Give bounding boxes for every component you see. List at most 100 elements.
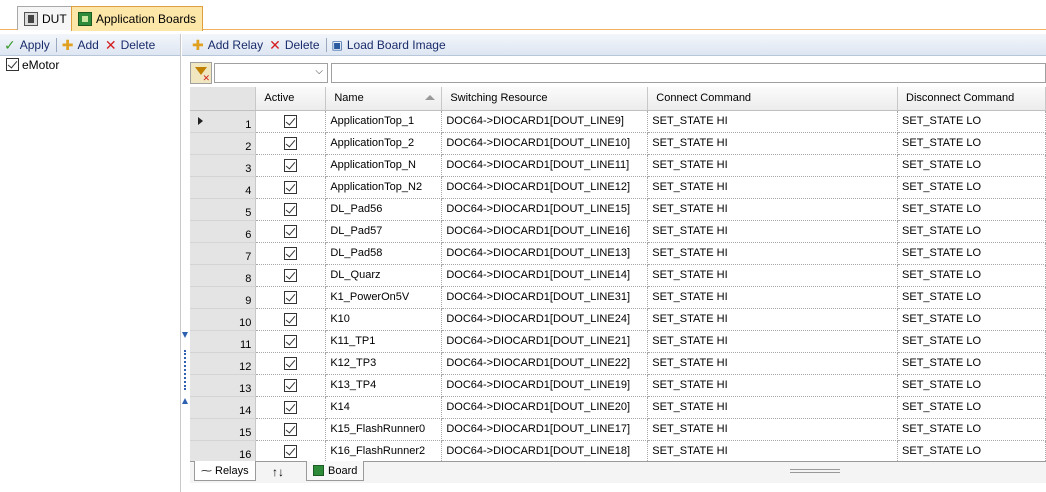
tree-item-checkbox[interactable] <box>6 58 19 71</box>
cell-active[interactable] <box>255 176 327 199</box>
table-row[interactable]: 15 K15_FlashRunner0 DOC64->DIOCARD1[DOUT_L… <box>190 418 1046 441</box>
cell-connect-command[interactable]: SET_STATE HI <box>647 198 899 221</box>
cell-active[interactable] <box>255 132 327 155</box>
row-header[interactable]: 4 <box>190 176 257 199</box>
delete-relay-button[interactable]: ✕ Delete <box>269 38 319 52</box>
cell-switching-resource[interactable]: DOC64->DIOCARD1[DOUT_LINE21] <box>441 330 649 353</box>
cell-disconnect-command[interactable]: SET_STATE LO <box>897 418 1046 441</box>
tab-dut[interactable]: DUT <box>17 6 74 30</box>
tab-relays[interactable]: ⁓ Relays <box>194 461 256 481</box>
cell-connect-command[interactable]: SET_STATE HI <box>647 176 899 199</box>
cell-connect-command[interactable]: SET_STATE HI <box>647 418 899 441</box>
cell-switching-resource[interactable]: DOC64->DIOCARD1[DOUT_LINE13] <box>441 242 649 265</box>
cell-connect-command[interactable]: SET_STATE HI <box>647 242 899 265</box>
cell-active[interactable] <box>255 352 327 375</box>
cell-active[interactable] <box>255 110 327 133</box>
cell-name[interactable]: K14 <box>325 396 443 419</box>
cell-connect-command[interactable]: SET_STATE HI <box>647 330 899 353</box>
cell-switching-resource[interactable]: DOC64->DIOCARD1[DOUT_LINE20] <box>441 396 649 419</box>
cell-name[interactable]: DL_Pad58 <box>325 242 443 265</box>
active-checkbox[interactable] <box>283 378 297 392</box>
cell-connect-command[interactable]: SET_STATE HI <box>647 440 899 461</box>
active-checkbox[interactable] <box>283 268 297 282</box>
table-row[interactable]: 7 DL_Pad58 DOC64->DIOCARD1[DOUT_LINE13] SET… <box>190 242 1046 265</box>
cell-name[interactable]: K11_TP1 <box>325 330 443 353</box>
table-row[interactable]: 5 DL_Pad56 DOC64->DIOCARD1[DOUT_LINE15] SET… <box>190 198 1046 221</box>
load-board-image-button[interactable]: ▣ Load Board Image <box>332 38 446 52</box>
cell-name[interactable]: ApplicationTop_2 <box>325 132 443 155</box>
cell-active[interactable] <box>255 308 327 331</box>
col-header-switching-resource[interactable]: Switching Resource <box>441 87 649 111</box>
cell-disconnect-command[interactable]: SET_STATE LO <box>897 308 1046 331</box>
cell-switching-resource[interactable]: DOC64->DIOCARD1[DOUT_LINE22] <box>441 352 649 375</box>
cell-switching-resource[interactable]: DOC64->DIOCARD1[DOUT_LINE15] <box>441 198 649 221</box>
row-header[interactable]: 16 <box>190 440 257 461</box>
active-checkbox[interactable] <box>283 180 297 194</box>
table-row[interactable]: 13 K13_TP4 DOC64->DIOCARD1[DOUT_LINE19] SET… <box>190 374 1046 397</box>
row-header[interactable]: 10 <box>190 308 257 331</box>
cell-switching-resource[interactable]: DOC64->DIOCARD1[DOUT_LINE9] <box>441 110 649 133</box>
tab-application-boards[interactable]: Application Boards <box>71 6 204 31</box>
add-button[interactable]: ✚ Add <box>62 38 99 52</box>
row-header[interactable]: 12 <box>190 352 257 375</box>
cell-switching-resource[interactable]: DOC64->DIOCARD1[DOUT_LINE12] <box>441 176 649 199</box>
cell-active[interactable] <box>255 154 327 177</box>
cell-disconnect-command[interactable]: SET_STATE LO <box>897 132 1046 155</box>
sort-toggle-icon[interactable]: ↑↓ <box>272 465 284 479</box>
cell-switching-resource[interactable]: DOC64->DIOCARD1[DOUT_LINE10] <box>441 132 649 155</box>
table-row[interactable]: 12 K12_TP3 DOC64->DIOCARD1[DOUT_LINE22] SET… <box>190 352 1046 375</box>
delete-button[interactable]: ✕ Delete <box>105 38 155 52</box>
row-header[interactable]: 6 <box>190 220 257 243</box>
cell-connect-command[interactable]: SET_STATE HI <box>647 132 899 155</box>
cell-name[interactable]: ApplicationTop_N <box>325 154 443 177</box>
cell-connect-command[interactable]: SET_STATE HI <box>647 308 899 331</box>
add-relay-button[interactable]: ✚ Add Relay <box>192 38 263 52</box>
active-checkbox[interactable] <box>283 114 297 128</box>
cell-disconnect-command[interactable]: SET_STATE LO <box>897 286 1046 309</box>
cell-switching-resource[interactable]: DOC64->DIOCARD1[DOUT_LINE17] <box>441 418 649 441</box>
cell-disconnect-command[interactable]: SET_STATE LO <box>897 198 1046 221</box>
cell-disconnect-command[interactable]: SET_STATE LO <box>897 330 1046 353</box>
col-header-name[interactable]: Name <box>325 87 443 111</box>
cell-connect-command[interactable]: SET_STATE HI <box>647 374 899 397</box>
row-header[interactable]: 13 <box>190 374 257 397</box>
cell-disconnect-command[interactable]: SET_STATE LO <box>897 374 1046 397</box>
cell-disconnect-command[interactable]: SET_STATE LO <box>897 176 1046 199</box>
clear-filter-icon[interactable] <box>190 62 212 84</box>
table-row[interactable]: 3 ApplicationTop_N DOC64->DIOCARD1[DOUT_LI… <box>190 154 1046 177</box>
cell-switching-resource[interactable]: DOC64->DIOCARD1[DOUT_LINE19] <box>441 374 649 397</box>
cell-connect-command[interactable]: SET_STATE HI <box>647 220 899 243</box>
filter-column-select[interactable]: ⌵ <box>214 63 328 83</box>
cell-switching-resource[interactable]: DOC64->DIOCARD1[DOUT_LINE18] <box>441 440 649 461</box>
cell-connect-command[interactable]: SET_STATE HI <box>647 264 899 287</box>
table-row[interactable]: 14 K14 DOC64->DIOCARD1[DOUT_LINE20] SET_STA… <box>190 396 1046 419</box>
cell-disconnect-command[interactable]: SET_STATE LO <box>897 352 1046 375</box>
cell-disconnect-command[interactable]: SET_STATE LO <box>897 242 1046 265</box>
cell-disconnect-command[interactable]: SET_STATE LO <box>897 110 1046 133</box>
active-checkbox[interactable] <box>283 400 297 414</box>
row-header[interactable]: 1 <box>190 110 257 133</box>
cell-active[interactable] <box>255 264 327 287</box>
cell-disconnect-command[interactable]: SET_STATE LO <box>897 154 1046 177</box>
table-row[interactable]: 9 K1_PowerOn5V DOC64->DIOCARD1[DOUT_LINE31… <box>190 286 1046 309</box>
row-header[interactable]: 11 <box>190 330 257 353</box>
col-header-connect-command[interactable]: Connect Command <box>647 87 899 111</box>
resize-grip[interactable] <box>790 469 840 473</box>
col-header-active[interactable]: Active <box>255 87 327 111</box>
active-checkbox[interactable] <box>283 290 297 304</box>
cell-name[interactable]: DL_Pad56 <box>325 198 443 221</box>
col-header-disconnect-command[interactable]: Disconnect Command <box>897 87 1046 111</box>
cell-active[interactable] <box>255 220 327 243</box>
cell-disconnect-command[interactable]: SET_STATE LO <box>897 440 1046 461</box>
cell-active[interactable] <box>255 242 327 265</box>
table-row[interactable]: 1 ApplicationTop_1 DOC64->DIOCARD1[DOUT_LI… <box>190 110 1046 133</box>
table-row[interactable]: 2 ApplicationTop_2 DOC64->DIOCARD1[DOUT_LI… <box>190 132 1046 155</box>
active-checkbox[interactable] <box>283 422 297 436</box>
row-header[interactable]: 7 <box>190 242 257 265</box>
cell-connect-command[interactable]: SET_STATE HI <box>647 110 899 133</box>
cell-active[interactable] <box>255 198 327 221</box>
table-row[interactable]: 10 K10 DOC64->DIOCARD1[DOUT_LINE24] SET_STA… <box>190 308 1046 331</box>
cell-name[interactable]: K13_TP4 <box>325 374 443 397</box>
cell-active[interactable] <box>255 440 327 461</box>
cell-switching-resource[interactable]: DOC64->DIOCARD1[DOUT_LINE24] <box>441 308 649 331</box>
